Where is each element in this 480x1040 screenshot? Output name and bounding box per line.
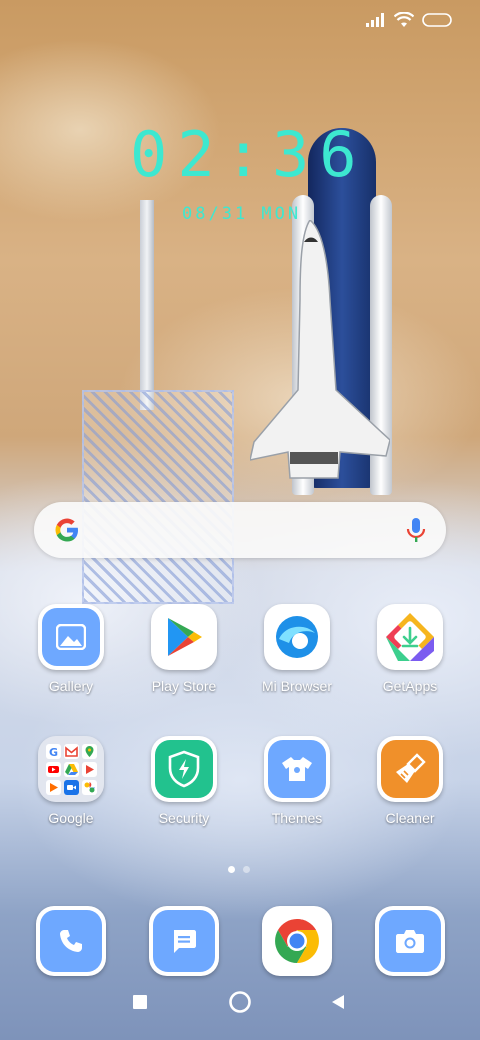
- security-shield-icon: [155, 740, 213, 798]
- app-label: Cleaner: [385, 810, 435, 826]
- chrome-icon-frame: [262, 906, 332, 976]
- chrome-icon: [266, 910, 328, 972]
- clock-date: 08/31 MON: [182, 204, 302, 224]
- phone-icon-frame: [36, 906, 106, 976]
- play-movies-icon: [81, 761, 97, 777]
- play-store-icon-frame: [151, 604, 217, 670]
- gallery-icon: [42, 608, 100, 666]
- home-circle-icon[interactable]: [228, 990, 252, 1014]
- gallery-icon-frame: [38, 604, 104, 670]
- dock-chrome[interactable]: [247, 906, 347, 976]
- duo-icon: [63, 779, 79, 795]
- themes-shirt-icon: [268, 740, 326, 798]
- app-cleaner[interactable]: Cleaner: [360, 736, 460, 826]
- message-icon-frame: [149, 906, 219, 976]
- google-folder-frame: G: [38, 736, 104, 802]
- app-themes[interactable]: Themes: [247, 736, 347, 826]
- getapps-icon-frame: [377, 604, 443, 670]
- dock-camera[interactable]: [360, 906, 460, 976]
- clock-time[interactable]: 02:36: [130, 118, 360, 191]
- app-label: Mi Browser: [261, 678, 332, 694]
- themes-icon-frame: [264, 736, 330, 802]
- google-g-icon: [55, 518, 78, 542]
- dock-phone[interactable]: [21, 906, 121, 976]
- folder-google[interactable]: G Google: [21, 736, 121, 826]
- page-dot: [243, 866, 250, 873]
- google-folder-icon: G: [42, 740, 100, 798]
- launch-pad: [82, 390, 234, 604]
- youtube-icon: [45, 761, 61, 777]
- mic-icon[interactable]: [406, 516, 426, 544]
- app-gallery[interactable]: Gallery: [21, 604, 121, 694]
- getapps-icon: [381, 608, 439, 666]
- app-security[interactable]: Security: [134, 736, 234, 826]
- app-mi-browser[interactable]: Mi Browser: [247, 604, 347, 694]
- app-label: Themes: [271, 810, 323, 826]
- maps-icon: [81, 743, 97, 759]
- cleaner-icon-frame: [377, 736, 443, 802]
- play-music-icon: [45, 779, 61, 795]
- app-label: GetApps: [382, 678, 438, 694]
- status-bar: [366, 12, 452, 28]
- battery-icon: [422, 13, 452, 27]
- cleaner-broom-icon: [381, 740, 439, 798]
- app-label: Security: [158, 810, 210, 826]
- gmail-icon: [63, 743, 79, 759]
- security-icon-frame: [151, 736, 217, 802]
- message-icon: [153, 910, 215, 972]
- back-triangle-icon[interactable]: [330, 994, 346, 1010]
- space-shuttle: [250, 220, 390, 479]
- launch-tower: [140, 200, 154, 410]
- camera-icon: [379, 910, 441, 972]
- svg-text:G: G: [49, 746, 58, 759]
- camera-icon-frame: [375, 906, 445, 976]
- phone-icon: [40, 910, 102, 972]
- mi-browser-icon: [268, 608, 326, 666]
- google-search-bar[interactable]: [34, 502, 446, 558]
- signal-icon: [366, 13, 384, 27]
- google-app-icon: G: [45, 743, 61, 759]
- navigation-bar: [0, 986, 480, 1026]
- recents-square-icon[interactable]: [132, 994, 148, 1010]
- mi-browser-icon-frame: [264, 604, 330, 670]
- drive-icon: [63, 761, 79, 777]
- app-label: Play Store: [151, 678, 217, 694]
- photos-icon: [81, 779, 97, 795]
- page-indicator[interactable]: [228, 866, 250, 873]
- app-label: Google: [48, 810, 94, 826]
- play-store-icon: [155, 608, 213, 666]
- app-getapps[interactable]: GetApps: [360, 604, 460, 694]
- page-dot-active: [228, 866, 235, 873]
- wifi-icon: [394, 12, 414, 27]
- app-label: Gallery: [48, 678, 94, 694]
- dock-messages[interactable]: [134, 906, 234, 976]
- app-play-store[interactable]: Play Store: [134, 604, 234, 694]
